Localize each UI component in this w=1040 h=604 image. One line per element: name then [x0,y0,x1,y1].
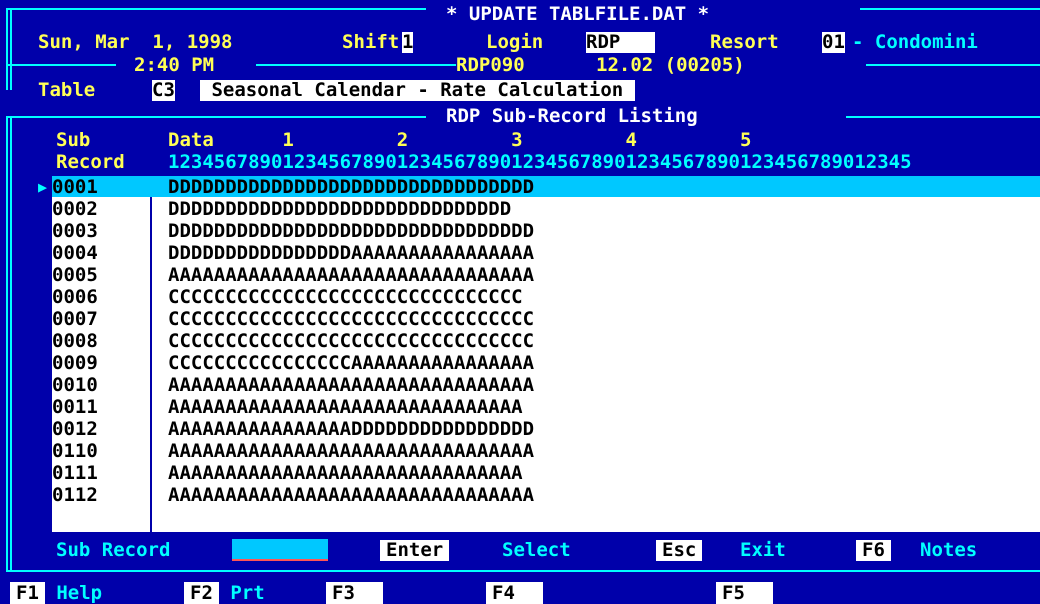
sub-record-id: 0002 [52,198,98,220]
sub-record-id: 0007 [52,308,98,330]
selection-arrow-icon: ▶ [38,178,48,196]
sub-record-id: 0012 [52,418,98,440]
list-item[interactable]: 0009 CCCCCCCCCCCCCCCCAAAAAAAAAAAAAAAA [52,352,1040,374]
list-item[interactable]: 0011 AAAAAAAAAAAAAAAAAAAAAAAAAAAAAAA [52,396,1040,418]
record-data: AAAAAAAAAAAAAAAAAAAAAAAAAAAAAAA [168,396,523,418]
record-data: AAAAAAAAAAAAAAAAAAAAAAAAAAAAAAAA [168,374,535,396]
version-display: 12.02 (00205) [596,54,745,76]
sub-record-id: 0006 [52,286,98,308]
sub-record-id: 0005 [52,264,98,286]
sub-record-id: 0111 [52,462,98,484]
ruler-tens: 1 2 3 4 5 [168,129,752,151]
list-item[interactable]: 0012 AAAAAAAAAAAAAAAADDDDDDDDDDDDDDDD [52,418,1040,440]
frame-mid-right [866,64,1040,66]
list-item[interactable]: 0111 AAAAAAAAAAAAAAAAAAAAAAAAAAAAAAA [52,462,1040,484]
f6-key[interactable]: F6 [856,540,891,561]
fkey-f1-key[interactable]: F1 [10,582,45,604]
table-description: Seasonal Calendar - Rate Calculation [200,79,635,101]
record-data: DDDDDDDDDDDDDDDDDDDDDDDDDDDDDDDD [168,220,535,242]
fkey-f5-key[interactable]: F5 [716,582,773,604]
record-data: AAAAAAAAAAAAAAAADDDDDDDDDDDDDDDD [168,418,535,440]
list-item[interactable]: 0112 AAAAAAAAAAAAAAAAAAAAAAAAAAAAAAAA [52,484,1040,506]
frame-mid-left [6,64,116,66]
fkey-f4-key[interactable]: F4 [486,582,543,604]
list-item[interactable]: 0002 DDDDDDDDDDDDDDDDDDDDDDDDDDDDDD [52,198,1040,220]
list-item[interactable]: 0001 DDDDDDDDDDDDDDDDDDDDDDDDDDDDDDDD [52,176,1040,198]
sub-record-id: 0003 [52,220,98,242]
login-field[interactable]: RDP [586,32,655,53]
sub-record-id: 0004 [52,242,98,264]
list-item[interactable]: 0003 DDDDDDDDDDDDDDDDDDDDDDDDDDDDDDDD [52,220,1040,242]
ruler-units: 1234567890123456789012345678901234567890… [168,151,912,173]
sub-record-id: 0008 [52,330,98,352]
table-label: Table [38,79,96,101]
list-item[interactable]: 0008 CCCCCCCCCCCCCCCCCCCCCCCCCCCCCCCC [52,330,1040,352]
record-data: DDDDDDDDDDDDDDDDDDDDDDDDDDDDDD [168,198,512,220]
list-item[interactable]: 0007 CCCCCCCCCCCCCCCCCCCCCCCCCCCCCCCC [52,308,1040,330]
frame-top-right [860,8,1040,10]
fkey-f1[interactable]: F1 Help [10,582,103,604]
sub-record-id: 0010 [52,374,98,396]
fkey-f4[interactable]: F4 [486,582,543,604]
fkey-f3[interactable]: F3 [326,582,383,604]
record-data: CCCCCCCCCCCCCCCCCCCCCCCCCCCCCCC [168,286,523,308]
date-display: Sun, Mar 1, 1998 [38,31,233,53]
list-item[interactable]: 0004 DDDDDDDDDDDDDDDDAAAAAAAAAAAAAAAA [52,242,1040,264]
resort-label: Resort [710,31,779,53]
resort-field[interactable]: 01 [822,32,845,53]
record-data: AAAAAAAAAAAAAAAAAAAAAAAAAAAAAAA [168,462,523,484]
shift-label: Shift [342,31,400,53]
sub-record-id: 0112 [52,484,98,506]
frame-left-top-inner [10,8,12,90]
window-title: * UPDATE TABLFILE.DAT * [446,3,710,25]
list-item[interactable]: 0110 AAAAAAAAAAAAAAAAAAAAAAAAAAAAAAAA [52,440,1040,462]
frame-left-top [6,8,8,90]
list-item[interactable]: 0006 CCCCCCCCCCCCCCCCCCCCCCCCCCCCCCC [52,286,1040,308]
col-header-record: Record [56,151,125,173]
record-data: CCCCCCCCCCCCCCCCCCCCCCCCCCCCCCCC [168,330,535,352]
enter-key[interactable]: Enter [380,540,450,561]
record-data: DDDDDDDDDDDDDDDDAAAAAAAAAAAAAAAA [168,242,535,264]
sub-record-label: Sub Record [56,539,171,561]
sub-record-id: 0001 [52,176,98,198]
notes-action[interactable]: Notes [920,540,977,561]
sub-record-id: 0009 [52,352,98,374]
fkey-f1-label[interactable]: Help [56,582,103,604]
frame-top-left [6,8,426,10]
fkey-f2-key[interactable]: F2 [184,582,219,604]
list-item[interactable]: 0010 AAAAAAAAAAAAAAAAAAAAAAAAAAAAAAAA [52,374,1040,396]
esc-key[interactable]: Esc [656,540,703,561]
fkey-f2-label[interactable]: Prt [230,582,265,604]
sub-record-id: 0011 [52,396,98,418]
table-code-field[interactable]: C3 [152,80,175,101]
fkey-f3-key[interactable]: F3 [326,582,383,604]
col-header-sub: Sub [56,129,91,151]
frame-list-top-left [6,116,426,118]
record-data: AAAAAAAAAAAAAAAAAAAAAAAAAAAAAAAA [168,264,535,286]
frame-mid-mid [256,64,456,66]
record-data: AAAAAAAAAAAAAAAAAAAAAAAAAAAAAAAA [168,484,535,506]
login-label: Login [486,31,544,53]
resort-name: - Condomini [852,31,978,53]
record-data: CCCCCCCCCCCCCCCCAAAAAAAAAAAAAAAA [168,352,535,374]
sub-record-input[interactable] [232,539,328,561]
terminal-id: RDP090 [456,54,525,76]
frame-list-left-inner [10,116,12,572]
record-data: CCCCCCCCCCCCCCCCCCCCCCCCCCCCCCCC [168,308,535,330]
sub-record-id: 0110 [52,440,98,462]
listing-title: RDP Sub-Record Listing [446,105,698,127]
list-item[interactable]: 0005 AAAAAAAAAAAAAAAAAAAAAAAAAAAAAAAA [52,264,1040,286]
fkey-f2[interactable]: F2 Prt [184,582,265,604]
exit-action[interactable]: Exit [740,540,786,561]
time-display: 2:40 PM [134,54,215,76]
fkey-f5[interactable]: F5 [716,582,773,604]
frame-list-left [6,116,8,572]
record-data: DDDDDDDDDDDDDDDDDDDDDDDDDDDDDDDD [168,176,535,198]
frame-list-top-right [846,116,1040,118]
record-data: AAAAAAAAAAAAAAAAAAAAAAAAAAAAAAAA [168,440,535,462]
select-action[interactable]: Select [502,540,571,561]
shift-field[interactable]: 1 [402,32,414,53]
frame-list-bottom [6,570,1040,572]
